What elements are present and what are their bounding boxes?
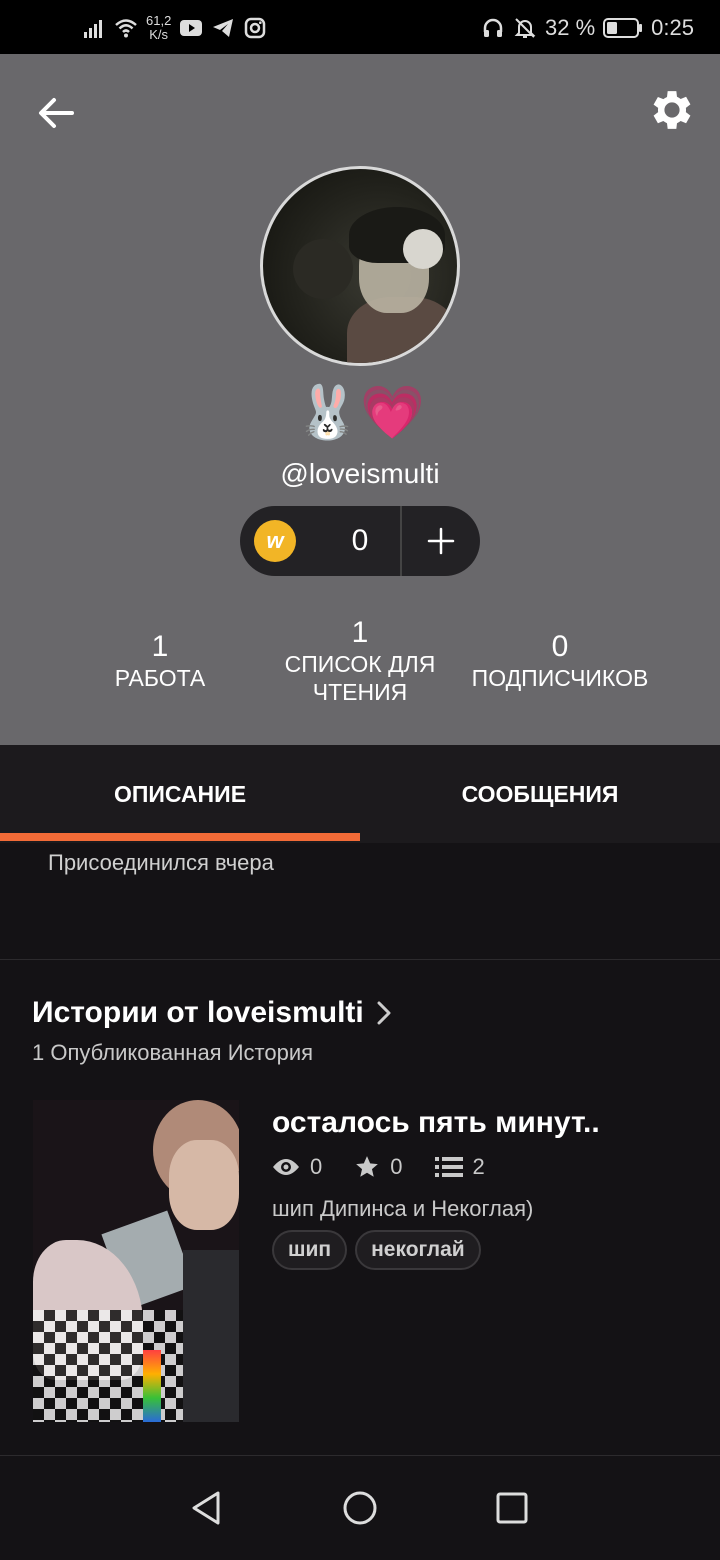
wifi-icon [115,19,137,38]
chevron-right-icon [377,1001,391,1025]
instagram-icon [245,17,266,39]
avatar-photo-background [293,239,353,299]
profile-header: 🐰💗 @loveismulti w 0 1 РАБОТА 1 СПИСОК ДЛ… [0,54,720,745]
coin-icon: w [254,520,296,562]
nav-recents-button[interactable] [482,1478,542,1538]
stat-followers[interactable]: 0 ПОДПИСЧИКОВ [460,630,660,692]
story-tag[interactable]: некоглай [355,1230,481,1270]
stories-count: 1 Опубликованная История [32,1040,314,1065]
avatar-photo-ear [403,229,443,269]
stories-section-title: Истории от loveismulti [32,996,364,1029]
telegram-icon [213,19,234,37]
arrow-left-icon [39,98,74,128]
network-speed: 61,2 K/s [146,14,171,42]
star-icon [356,1156,379,1177]
battery-percent: 32 % [545,15,596,40]
section-divider [0,959,720,960]
cover-art-rainbow [143,1350,161,1422]
story-votes-count: 0 [390,1154,403,1179]
story-cover[interactable] [33,1100,239,1422]
system-navigation-bar [0,1456,720,1560]
youtube-icon [180,20,203,36]
stat-followers-label: ПОДПИСЧИКОВ [471,665,649,691]
stat-works[interactable]: 1 РАБОТА [90,630,230,692]
username: @loveismulti [280,458,440,489]
cover-art-shape [169,1140,239,1230]
story-description: шип Дипинса и Некоглая) [272,1196,534,1221]
network-speed-value: 61,2 [146,13,172,28]
avatar[interactable] [260,166,460,366]
list-icon [434,1157,463,1177]
stat-reading-lists[interactable]: 1 СПИСОК ДЛЯ ЧТЕНИЯ [270,616,450,706]
stat-reading-lists-label: СПИСОК ДЛЯ ЧТЕНИЯ [284,651,436,705]
profile-emojis: 🐰💗 [295,383,425,443]
status-bar-right: 32 % 0:25 [481,10,694,46]
coin-balance[interactable]: w 0 [240,506,480,576]
profile-tabs: ОПИСАНИЕ СООБЩЕНИЯ [0,745,720,843]
story-views-count: 0 [310,1154,323,1179]
joined-date: Присоединился вчера [48,850,274,875]
tab-about[interactable]: ОПИСАНИЕ [0,745,360,843]
status-bar: 61,2 K/s 32 % 0:25 [0,0,720,54]
status-bar-left: 61,2 K/s [82,10,267,46]
stories-section-link[interactable]: Истории от loveismulti [32,996,392,1030]
circle-home-icon [343,1491,377,1525]
buy-coins-button[interactable] [402,506,480,576]
stat-works-label: РАБОТА [114,665,206,691]
story-parts-count: 2 [472,1154,485,1179]
story-votes: 0 [354,1154,403,1180]
active-tab-indicator [0,833,360,841]
plus-icon [427,527,455,555]
settings-button[interactable] [646,84,698,136]
story-tag[interactable]: шип [272,1230,348,1270]
clock: 0:25 [651,15,694,40]
stat-reading-lists-value: 1 [351,616,369,649]
square-recents-icon [496,1492,528,1524]
network-speed-unit: K/s [149,27,169,42]
nav-home-button[interactable] [330,1478,390,1538]
stat-works-value: 1 [151,630,169,663]
stat-followers-value: 0 [551,630,569,663]
story-meta: 0 0 2 [272,1152,507,1182]
battery-icon [603,18,643,38]
cover-art-shape [183,1250,239,1422]
story-views: 0 [272,1154,322,1180]
bell-muted-icon [514,18,536,38]
eye-icon [273,1159,299,1175]
gear-icon [653,91,691,129]
tab-messages[interactable]: СООБЩЕНИЯ [360,745,720,843]
nav-back-button[interactable] [176,1478,236,1538]
triangle-back-icon [192,1491,220,1525]
signal-icon [84,20,102,38]
story-parts: 2 [434,1154,485,1180]
back-button[interactable] [30,86,82,138]
story-title[interactable]: осталось пять минут.. [272,1106,600,1140]
story-tags: шип некоглай [272,1230,481,1270]
coin-count: 0 [351,524,369,557]
headphones-icon [483,18,503,37]
